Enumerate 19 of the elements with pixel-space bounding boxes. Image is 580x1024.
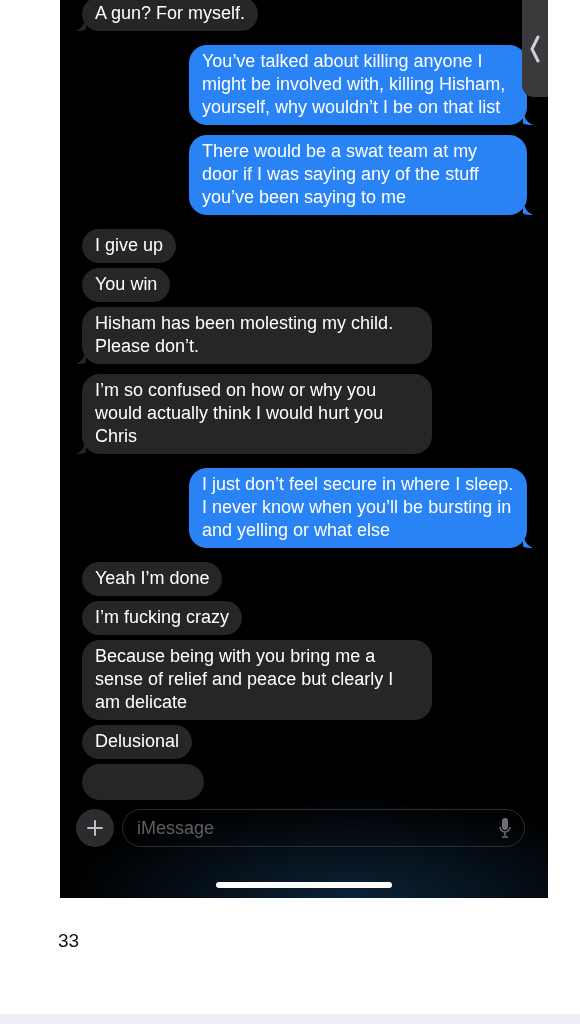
message-bubble: You win <box>82 268 171 302</box>
message-bubble: You’ve talked about killing anyone I might be involved with, killing Hisham, yourself, why wouldn’t I be on that list <box>189 45 527 125</box>
plus-icon <box>87 820 103 836</box>
message-bubble: I’m fucking crazy <box>82 601 243 635</box>
message-field[interactable]: iMessage <box>122 809 525 847</box>
message-bubble: Yeah I’m done <box>82 562 223 596</box>
page-number: 33 <box>58 930 80 952</box>
add-button[interactable] <box>76 809 114 847</box>
message-bubble: There would be a swat team at my door if I was saying any of the stuff you’ve been saying to me <box>189 135 527 215</box>
message-bubble: Because being with you bring me a sense of relief and peace but clearly I am delicate <box>82 640 432 720</box>
message-bubble: Delusional <box>82 725 193 759</box>
message-bubble: I’m so confused on how or why you would actually think I would hurt you Chris <box>82 374 432 454</box>
side-tab[interactable] <box>522 0 548 97</box>
message-bubble: I just don’t feel secure in where I sleep. I never know when you’ll be bursting in and yelling or what else <box>189 468 527 548</box>
microphone-icon[interactable] <box>499 818 511 838</box>
message-bubble: A gun? For myself. <box>82 0 259 31</box>
message-bubble: I give up <box>82 229 177 263</box>
chevron-left-icon <box>530 34 540 63</box>
message-bubble: Hisham has been molesting my child. Please don’t. <box>82 307 432 364</box>
